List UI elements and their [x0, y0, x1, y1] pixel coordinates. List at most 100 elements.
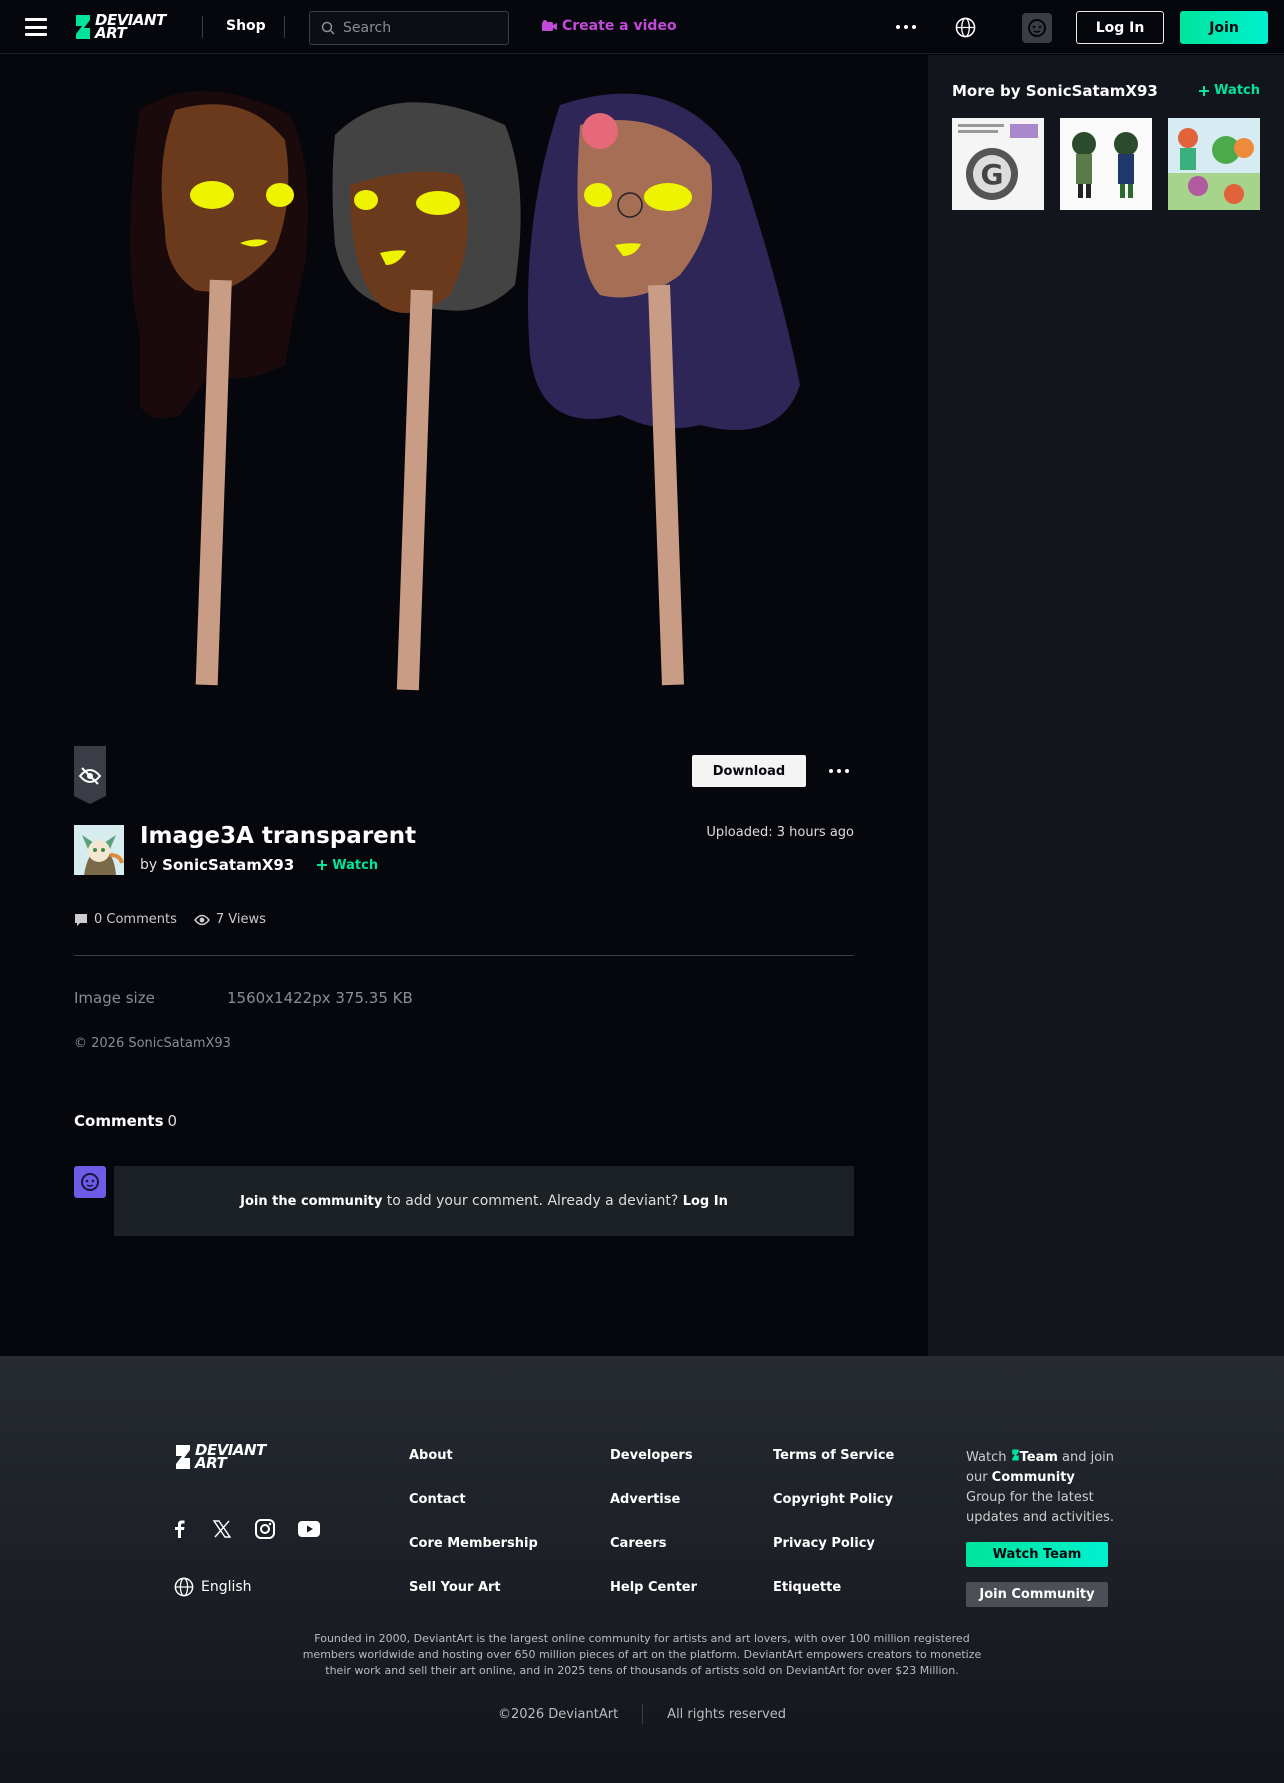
youtube-icon[interactable]	[298, 1521, 320, 1537]
upload-date: Uploaded: 3 hours ago	[706, 825, 854, 840]
comments-heading-label: Comments	[74, 1112, 164, 1130]
top-navigation-bar: DEVIANTART Shop Create a video Log In Jo…	[0, 0, 1284, 54]
deviantart-logo[interactable]: DEVIANT ART	[74, 13, 166, 41]
footer-link-advertise[interactable]: Advertise	[610, 1492, 680, 1507]
download-button[interactable]: Download	[692, 755, 806, 787]
footer-copyright: ©2026 DeviantArt	[498, 1706, 619, 1722]
views-count: 7 Views	[215, 912, 266, 927]
comments-heading: Comments 0	[74, 1112, 177, 1130]
globe-icon[interactable]	[955, 17, 976, 38]
footer-link-copyright-policy[interactable]: Copyright Policy	[773, 1492, 893, 1507]
footer-link-sell-your-art[interactable]: Sell Your Art	[409, 1580, 501, 1595]
comment-icon	[75, 913, 87, 926]
footer: DEVIANT ART English About Contact Core Me…	[0, 1356, 1284, 1783]
search-input[interactable]	[343, 20, 503, 36]
comments-count: 0 Comments	[94, 912, 177, 927]
deviation-copyright: © 2026 SonicSatamX93	[74, 1036, 231, 1051]
character-head-3	[528, 93, 800, 686]
footer-link-contact[interactable]: Contact	[409, 1492, 466, 1507]
footer-link-about[interactable]: About	[409, 1448, 453, 1463]
footer-link-privacy[interactable]: Privacy Policy	[773, 1536, 875, 1551]
footer-link-terms[interactable]: Terms of Service	[773, 1448, 894, 1463]
thumbnail-1[interactable]: G	[952, 118, 1044, 210]
image-size-label: Image size	[74, 989, 155, 1007]
artist-avatar[interactable]	[74, 825, 124, 875]
comment-user-avatar	[74, 1166, 106, 1198]
footer-rights: All rights reserved	[667, 1706, 786, 1722]
author-byline: by SonicSatamX93 Watch	[140, 856, 378, 874]
deviantart-logo-icon	[176, 1445, 190, 1469]
search-icon	[321, 21, 335, 35]
thumbnail-3[interactable]	[1168, 118, 1260, 210]
guest-avatar[interactable]	[1022, 13, 1052, 43]
image-details: Image size 1560x1422px 375.35 KB	[74, 989, 413, 1007]
footer-link-etiquette[interactable]: Etiquette	[773, 1580, 841, 1595]
join-button[interactable]: Join	[1180, 11, 1268, 44]
plus-icon	[317, 860, 328, 870]
deviation-stats: 0 Comments 7 Views	[74, 912, 266, 927]
footer-link-developers[interactable]: Developers	[610, 1448, 693, 1463]
video-camera-icon	[542, 20, 557, 31]
footer-bottom: ©2026 DeviantArt All rights reserved	[0, 1704, 1284, 1724]
shop-link[interactable]: Shop	[226, 18, 266, 34]
sidebar-watch-label: Watch	[1214, 83, 1260, 98]
footer-link-careers[interactable]: Careers	[610, 1536, 667, 1551]
watch-team-promo: Watch Team and join our Community Group …	[966, 1449, 1115, 1525]
more-actions-icon[interactable]	[829, 769, 849, 773]
sidebar-watch-button[interactable]: Watch	[1198, 83, 1260, 98]
by-label: by	[140, 857, 158, 873]
footer-link-core-membership[interactable]: Core Membership	[409, 1536, 538, 1551]
hidden-content-tag[interactable]	[74, 746, 106, 804]
join-community-button[interactable]: Join Community	[966, 1582, 1108, 1607]
eye-icon	[193, 914, 210, 925]
footer-link-help-center[interactable]: Help Center	[610, 1580, 697, 1595]
social-links	[170, 1518, 320, 1540]
logo-wordmark: DEVIANT ART	[95, 11, 166, 42]
guest-avatar-icon	[81, 1173, 99, 1191]
guest-avatar-icon	[1028, 19, 1046, 37]
create-video-link[interactable]: Create a video	[542, 18, 677, 34]
thumbnail-2[interactable]	[1060, 118, 1152, 210]
divider	[642, 1704, 644, 1724]
x-twitter-icon[interactable]	[212, 1519, 232, 1539]
comments-heading-count: 0	[167, 1112, 178, 1130]
details-divider	[74, 955, 854, 956]
comment-join-prompt: Join the community to add your comment. …	[114, 1166, 854, 1236]
comments-stat[interactable]: 0 Comments	[74, 912, 177, 927]
language-label: English	[201, 1579, 252, 1595]
globe-icon	[174, 1577, 194, 1597]
join-community-link[interactable]: Join the community	[240, 1194, 382, 1209]
about-description: Founded in 2000, DeviantArt is the large…	[302, 1632, 982, 1677]
deviantart-logo-icon	[76, 15, 90, 39]
instagram-icon[interactable]	[254, 1518, 276, 1540]
character-head-2	[332, 102, 521, 691]
character-head-1	[130, 91, 308, 686]
author-watch-label: Watch	[332, 857, 379, 873]
watch-team-button[interactable]: Watch Team	[966, 1542, 1108, 1567]
more-by-panel: More by SonicSatamX93 Watch G	[928, 55, 1284, 1356]
more-by-heading: More by SonicSatamX93	[952, 82, 1158, 100]
facebook-icon[interactable]	[170, 1519, 190, 1539]
footer-logo[interactable]: DEVIANT ART	[174, 1441, 266, 1472]
language-selector[interactable]: English	[174, 1577, 252, 1597]
author-watch-button[interactable]: Watch	[316, 858, 378, 873]
artwork-image[interactable]	[0, 55, 928, 715]
thumbnail-list: G	[952, 118, 1260, 210]
views-stat: 7 Views	[193, 912, 266, 927]
comment-prompt-text: to add your comment. Already a deviant?	[382, 1193, 683, 1209]
deviation-title: Image3A transparent	[140, 823, 417, 849]
menu-icon[interactable]	[25, 18, 47, 36]
create-video-label: Create a video	[562, 18, 677, 34]
logo-wordmark: DEVIANT ART	[195, 1441, 266, 1472]
comment-login-link[interactable]: Log In	[683, 1194, 728, 1209]
plus-icon	[1199, 85, 1210, 96]
image-size-value: 1560x1422px 375.35 KB	[227, 989, 413, 1007]
divider	[284, 16, 285, 38]
search-box[interactable]	[309, 11, 509, 45]
login-button[interactable]: Log In	[1076, 11, 1164, 44]
more-options-icon[interactable]	[896, 25, 916, 29]
svg-text:G: G	[981, 158, 1004, 191]
divider	[202, 16, 203, 38]
deviantart-logo-icon	[1011, 1449, 1019, 1461]
author-link[interactable]: SonicSatamX93	[162, 856, 294, 874]
